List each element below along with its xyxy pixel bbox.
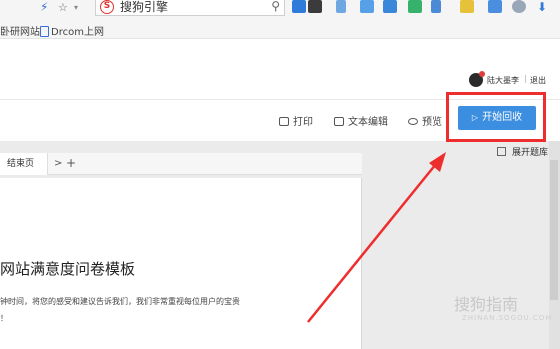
username[interactable]: 陆大墨李 — [487, 75, 519, 86]
search-box[interactable]: S 搜狗引擎 ⚲ — [95, 0, 285, 16]
favorite-star-icon[interactable]: ☆ — [58, 0, 68, 15]
logout-link[interactable]: 退出 — [530, 75, 546, 86]
extension-tool-icon[interactable] — [336, 0, 346, 13]
page-icon — [40, 26, 49, 37]
extension-game-icon[interactable] — [408, 0, 422, 13]
extension-news-icon[interactable] — [308, 0, 322, 13]
search-icon[interactable]: ⚲ — [271, 0, 280, 13]
scrollbar-thumb[interactable] — [550, 160, 558, 300]
watermark-url: ZHINAN.SOGOU.COM — [462, 314, 553, 322]
scissors-icon[interactable] — [431, 0, 441, 13]
bookmark-item[interactable]: 卧研网站 — [0, 23, 40, 38]
separator: | — [524, 74, 527, 83]
flash-icon[interactable]: ⚡ — [40, 0, 48, 15]
extension-note-icon[interactable] — [460, 0, 474, 13]
survey-description-end[interactable]: ！ — [0, 313, 8, 324]
watermark: 搜狗指南 — [454, 295, 519, 314]
preview-label: 预览 — [422, 117, 442, 128]
tab-next-button[interactable]: > — [54, 158, 62, 169]
document-icon — [334, 117, 344, 126]
survey-description[interactable]: 钟时间，将您的感受和建议告诉我们，我们非常重视每位用户的宝贵 — [0, 296, 240, 307]
tab-add-button[interactable]: + — [66, 156, 76, 170]
shield-icon[interactable] — [488, 0, 502, 13]
text-edit-label: 文本编辑 — [348, 117, 388, 128]
eye-icon — [408, 118, 418, 125]
bookmark-item[interactable]: Drcom上网 — [40, 23, 104, 38]
text-edit-button[interactable]: 文本编辑 — [334, 113, 388, 128]
survey-title[interactable]: 网站满意度问卷模板 — [0, 258, 135, 279]
bookmark-label: Drcom上网 — [51, 27, 104, 38]
download-icon[interactable]: ⬇ — [537, 0, 547, 15]
browser-toolbar: ⚡ ☆ ▾ S 搜狗引擎 ⚲ ⬇ — [0, 0, 560, 19]
preview-button[interactable]: 预览 — [408, 113, 442, 128]
notification-dot — [479, 71, 485, 77]
print-label: 打印 — [293, 117, 313, 128]
library-icon — [497, 147, 506, 156]
chevron-down-icon[interactable]: ▾ — [74, 0, 78, 15]
expand-library-button[interactable]: 展开题库 — [497, 145, 548, 158]
printer-icon — [279, 117, 289, 126]
print-button[interactable]: 打印 — [279, 113, 313, 128]
extension-mail-icon[interactable] — [360, 0, 374, 13]
bookmarks-bar: 卧研网站 Drcom上网 — [0, 19, 560, 39]
extension-p-icon[interactable] — [292, 0, 306, 13]
extension-image-icon[interactable] — [383, 0, 397, 13]
sogou-logo-icon: S — [100, 0, 114, 14]
page-tabs: 结束页 > + — [0, 153, 362, 175]
expand-library-label: 展开题库 — [512, 148, 549, 158]
highlight-box — [446, 92, 546, 142]
search-input[interactable]: 搜狗引擎 — [120, 0, 168, 15]
tab-end-page[interactable]: 结束页 — [0, 153, 48, 175]
more-icon[interactable] — [512, 0, 526, 13]
